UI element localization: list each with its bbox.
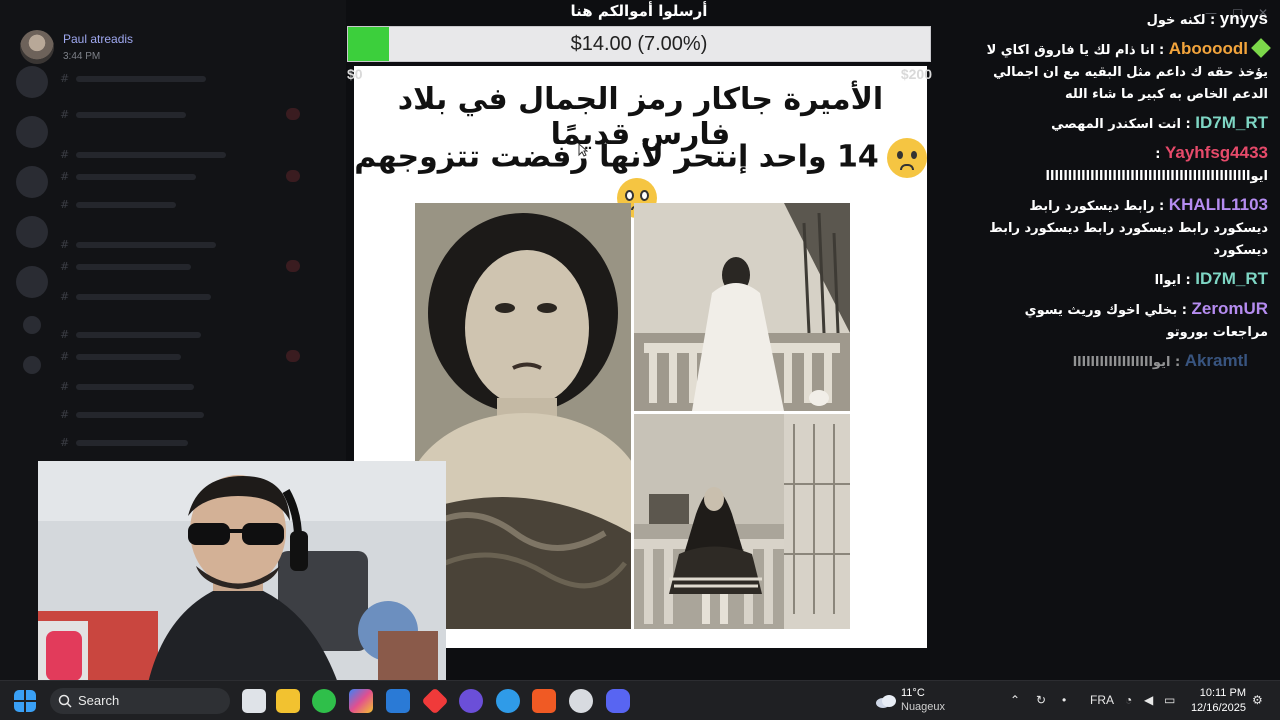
chat-username[interactable]: ID7M_RT [1195,269,1268,288]
channel-row[interactable]: # [60,260,300,274]
sync-icon[interactable]: ↻ [1036,693,1046,707]
portrait-photo [415,203,631,629]
file-explorer-icon[interactable] [276,689,300,713]
chat-message: ID7M_RT : انت اسكندر المهصي [972,112,1268,136]
system-clock[interactable]: 10:11 PM 12/16/2025 [1190,686,1246,716]
chat-username[interactable]: Yayhfsg4433 [1165,143,1268,162]
donation-goal-title: أرسلوا أموالكم هنا [570,2,708,20]
channel-row[interactable]: # [60,72,300,86]
chat-separator: : [1205,13,1220,28]
channel-row[interactable]: # [60,108,300,122]
meme-caption-text: 14 واحد إنتحر لأنها رفضت تتزوجهم [354,139,879,175]
chat-message: Yayhfsg4433 : ايوااااااااااااااااااااااا… [972,142,1268,188]
chat-username[interactable]: Akramtl [1185,351,1248,370]
message-timestamp: 3:44 PM [63,51,101,62]
volume-icon[interactable]: ◀ [1144,693,1153,707]
chat-message: KHALIL1103 : رابط ديسكورد رابط ديسكورد ر… [972,194,1268,262]
chat-message: ZeromUR : بخلي اخوك وريث يسوي مراجعات بو… [972,298,1268,344]
chat-message: ynyys : لكنه خول [972,8,1268,32]
windows-start-icon[interactable] [14,690,36,712]
standing-photo [634,203,850,411]
chat-username[interactable]: ID7M_RT [1195,113,1268,132]
diamond-badge-icon [1251,38,1271,58]
chat-message: Akramtl : ايواااااااااااااااااا [972,350,1268,374]
worried-face-emoji [886,138,927,178]
weather-widget[interactable]: 11°C Nuageux [875,686,955,716]
taskbar-search-box[interactable]: Search [50,688,230,714]
edge-browser-icon[interactable] [496,689,520,713]
channel-row[interactable]: # [60,148,300,162]
chat-separator: : [1181,117,1196,132]
live-chat: ynyys : لكنه خول Aboooodl : انا ذام لك يا… [972,8,1271,380]
server-icon[interactable] [16,166,48,198]
chat-separator: : [1154,43,1169,58]
chat-message: Aboooodl : انا ذام لك يا فاروق اكاي لا ي… [972,38,1271,106]
chat-message-text: ايواااااااااااااااااا [1072,355,1171,370]
channel-row[interactable]: # [60,380,300,394]
chat-separator: : [1170,355,1185,370]
chat-username[interactable]: ynyys [1220,9,1268,28]
chat-message: ID7M_RT : ايواا [972,268,1268,292]
channel-row[interactable]: # [60,436,300,450]
search-icon [58,694,72,708]
microphone-icon[interactable]: • [1062,693,1066,707]
copilot-icon[interactable] [349,689,373,713]
clock-date: 12/16/2025 [1190,702,1246,714]
channel-row[interactable]: # [60,238,300,252]
chat-separator: : [1181,273,1196,288]
channel-row[interactable]: # [60,408,300,422]
chevron-up-icon[interactable]: ⌃ [1010,693,1020,707]
anydesk-icon[interactable] [421,687,449,715]
donation-max-label: $200 [900,66,932,82]
donation-progress-bar: $14.00 (7.00%) [347,26,931,62]
donation-progress-text: $14.00 (7.00%) [570,33,708,55]
chat-message-text: انت اسكندر المهصي [1051,117,1181,132]
discord-user-card[interactable]: Paul atreadis 3:44 PM [20,30,340,66]
webcam-feed [38,461,446,683]
brave-browser-icon[interactable] [532,689,556,713]
donation-min-label: $0 [347,66,363,82]
wifi-icon[interactable]: ◔ [1125,693,1132,707]
clock-time: 10:11 PM [1199,687,1246,699]
server-icon[interactable] [16,116,48,148]
obs-icon[interactable] [569,689,593,713]
server-icon[interactable] [16,216,48,248]
channel-row[interactable]: # [60,198,300,212]
search-label: Search [78,693,120,708]
chat-separator: : [1177,303,1192,318]
server-icon[interactable] [16,66,48,98]
discover-icon[interactable] [23,356,41,374]
chat-username[interactable]: Aboooodl [1169,39,1248,58]
taskbar: Search 11°C Nuageux ⌃ ↻ • FRA ◔ ◀ ▭ 10:1… [0,680,1280,720]
cloud-icon [876,695,896,708]
chat-message-text: ايواا [1154,273,1181,288]
username: Paul atreadis [63,32,134,46]
input-language[interactable]: FRA [1090,693,1114,707]
channel-row[interactable]: # [60,328,300,342]
mouse-cursor-icon [578,143,588,157]
task-view-icon[interactable] [242,689,266,713]
battery-icon[interactable]: ▭ [1164,693,1175,707]
chat-username[interactable]: KHALIL1103 [1169,195,1268,214]
chat-separator: : [1154,199,1169,214]
channel-row[interactable]: # [60,290,300,304]
chat-message-text: ايوااااااااااااااااااااااااااااااااااااا… [1045,169,1268,184]
avatar [20,30,54,64]
channel-row[interactable]: # [60,350,300,364]
add-server-icon[interactable] [23,316,41,334]
weather-temperature: 11°C [901,687,925,699]
screen: # # # # # # # # # # # # # Paul atreadis … [0,0,1280,720]
chat-message-text: لكنه خول [1146,13,1206,28]
server-icon[interactable] [16,266,48,298]
discord-icon[interactable] [606,689,630,713]
chat-username[interactable]: ZeromUR [1191,299,1268,318]
chat-app-icon[interactable] [459,689,483,713]
store-icon[interactable] [386,689,410,713]
seated-photo [634,414,850,629]
channel-row[interactable]: # [60,170,300,184]
xbox-icon[interactable] [312,689,336,713]
weather-condition: Nuageux [901,701,946,713]
notification-icon[interactable]: ⚙ [1252,693,1263,707]
chat-separator: : [1155,147,1165,162]
